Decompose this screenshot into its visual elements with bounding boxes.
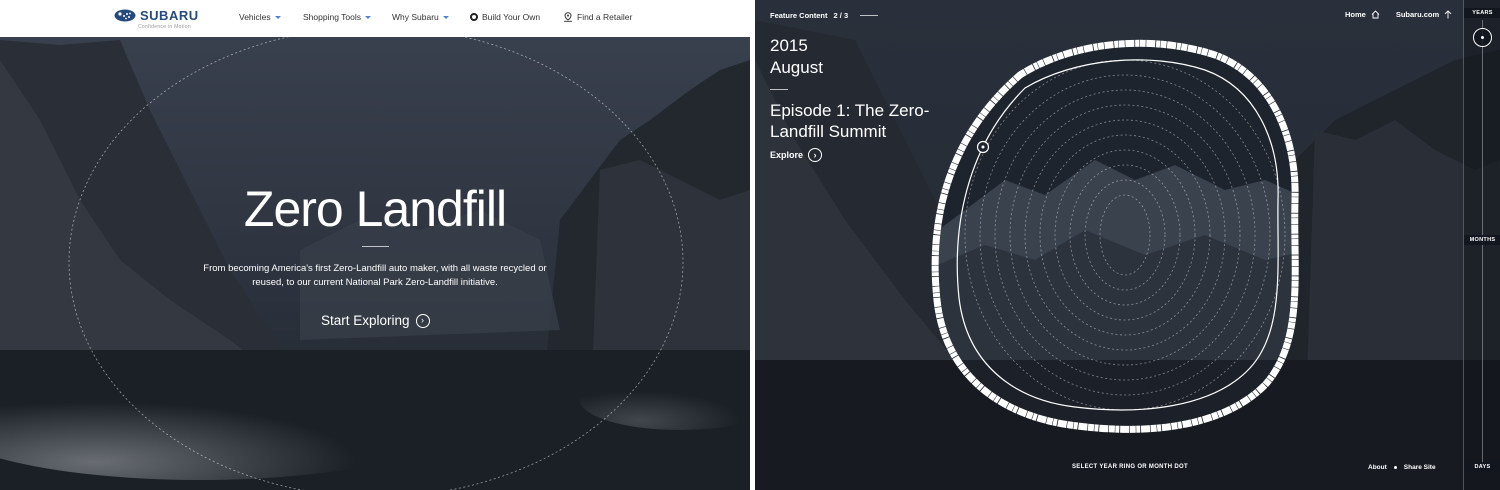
home-link-label: Home bbox=[1345, 10, 1366, 19]
section-label: Feature Content bbox=[770, 11, 828, 20]
date-divider bbox=[770, 89, 788, 90]
episode-month: August bbox=[770, 58, 823, 77]
explore-label: Explore bbox=[770, 150, 804, 160]
hero-description: From becoming America's first Zero-Landf… bbox=[203, 263, 547, 288]
nav-build-label: Build Your Own bbox=[482, 12, 541, 22]
nav-build-your-own[interactable]: Build Your Own bbox=[470, 12, 540, 22]
month-dot-center bbox=[981, 145, 985, 149]
page-indicator: 2 / 3 bbox=[833, 11, 849, 20]
logo-tagline: Confidence in Motion bbox=[138, 24, 191, 30]
arrow-up-icon bbox=[1444, 10, 1452, 19]
location-pin-icon bbox=[564, 12, 572, 22]
subaru-stars-icon bbox=[114, 9, 136, 22]
timeline-label-days[interactable]: DAYS bbox=[1464, 462, 1500, 472]
footer-links: About Share Site bbox=[1368, 464, 1436, 471]
timeline-label-months[interactable]: MONTHS bbox=[1464, 235, 1500, 245]
chevron-down-icon bbox=[364, 15, 371, 19]
selection-hint: SELECT YEAR RING OR MONTH DOT bbox=[1072, 464, 1188, 470]
logo-wordmark: SUBARU bbox=[140, 8, 199, 23]
nav-why-subaru[interactable]: Why Subaru bbox=[392, 12, 449, 22]
chevron-down-icon bbox=[274, 15, 281, 19]
top-links: Home Subaru.com bbox=[1345, 10, 1452, 19]
start-exploring-button[interactable]: Start Exploring › bbox=[321, 313, 430, 328]
chevron-right-icon: › bbox=[808, 148, 823, 162]
valley-background bbox=[0, 0, 750, 490]
feature-panel: Feature Content 2 / 3 Home Subaru.com 20… bbox=[755, 0, 1500, 490]
build-wheel-icon bbox=[470, 13, 478, 21]
chevron-down-icon bbox=[442, 15, 449, 19]
nav-shopping-tools[interactable]: Shopping Tools bbox=[303, 12, 371, 22]
timeline-scrubber[interactable]: YEARS MONTHS DAYS bbox=[1463, 0, 1500, 490]
subaru-com-link[interactable]: Subaru.com bbox=[1396, 10, 1452, 19]
subaru-logo[interactable]: SUBARU bbox=[114, 8, 199, 23]
separator-dot bbox=[1393, 466, 1397, 469]
hero-title: Zero Landfill bbox=[243, 181, 507, 237]
ring-interior bbox=[935, 43, 1296, 430]
home-icon bbox=[1371, 10, 1380, 19]
timeline-handle[interactable] bbox=[1473, 28, 1492, 47]
home-link[interactable]: Home bbox=[1345, 10, 1380, 19]
start-exploring-label: Start Exploring bbox=[321, 313, 410, 328]
feature-content-indicator: Feature Content 2 / 3 bbox=[770, 11, 879, 20]
nav-find-retailer[interactable]: Find a Retailer bbox=[563, 12, 632, 22]
nav-retailer-label: Find a Retailer bbox=[577, 12, 633, 22]
nav-shopping-tools-label: Shopping Tools bbox=[303, 12, 361, 22]
main-navigation: SUBARU Confidence in Motion Vehicles Sho… bbox=[0, 0, 750, 37]
landing-panel: SUBARU Confidence in Motion Vehicles Sho… bbox=[0, 0, 750, 490]
share-site-link[interactable]: Share Site bbox=[1404, 464, 1436, 471]
nav-vehicles[interactable]: Vehicles bbox=[239, 12, 281, 22]
chevron-right-icon: › bbox=[415, 313, 430, 328]
explore-button[interactable]: Explore › bbox=[770, 148, 823, 162]
nav-vehicles-label: Vehicles bbox=[239, 12, 271, 22]
header-rule bbox=[860, 15, 879, 16]
nav-why-subaru-label: Why Subaru bbox=[392, 12, 439, 22]
episode-year: 2015 bbox=[770, 36, 808, 55]
timeline-label-years[interactable]: YEARS bbox=[1464, 8, 1500, 18]
tree-ring-selector[interactable] bbox=[925, 30, 1310, 440]
subaru-com-label: Subaru.com bbox=[1395, 10, 1440, 19]
hero-divider bbox=[362, 246, 389, 247]
about-link[interactable]: About bbox=[1368, 464, 1387, 471]
